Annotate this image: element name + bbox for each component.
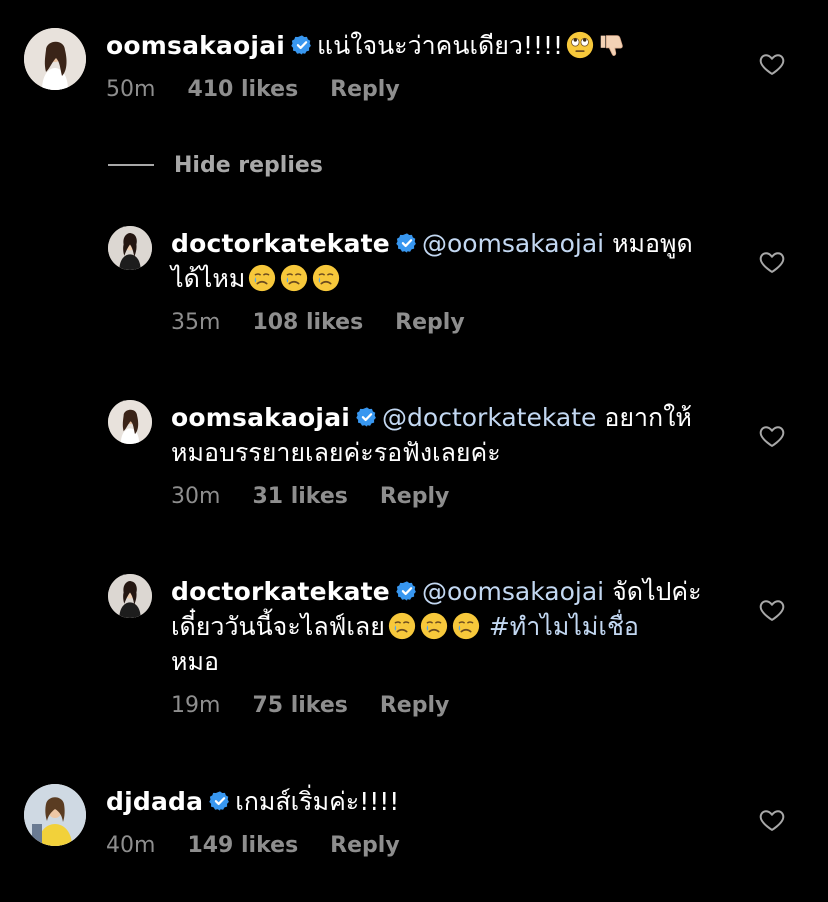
comment-text: แน่ใจนะว่าคนเดียว!!!! xyxy=(317,31,564,60)
comment-item: djdada เกมส์เริ่มค่ะ!!!! 40m 149 likes Repl… xyxy=(0,784,828,884)
hide-replies-button[interactable]: Hide replies xyxy=(108,150,323,180)
reply-item: doctorkatekate @oomsakaojai จัดไปค่ะ เดี๋… xyxy=(0,574,828,734)
reply-text-line: เดี๋ยววันนี้จะไลฟ์เลย #ทำไมไม่เชื่อ xyxy=(171,609,702,644)
verified-badge-icon xyxy=(396,580,418,602)
reply-text: ได้ไหม xyxy=(171,264,246,293)
avatar[interactable] xyxy=(24,784,86,846)
comment-item: oomsakaojai แน่ใจนะว่าคนเดียว!!!! 50m 410 … xyxy=(0,28,828,128)
reply-text-line: หมอบรรยายเลยค่ะรอฟังเลยค่ะ xyxy=(171,435,692,470)
hide-replies-label: Hide replies xyxy=(174,152,323,178)
mention-link[interactable]: @doctorkatekate xyxy=(382,403,596,432)
comment-username[interactable]: djdada xyxy=(106,787,203,816)
crying-emoji-icon xyxy=(419,611,449,641)
like-count[interactable]: 410 likes xyxy=(187,77,298,102)
comment-time: 40m xyxy=(106,833,156,858)
crying-emoji-icon xyxy=(387,611,417,641)
mention-link[interactable]: @oomsakaojai xyxy=(422,577,604,606)
verified-badge-icon xyxy=(209,790,231,812)
reply-button[interactable]: Reply xyxy=(330,77,400,102)
reply-body: doctorkatekate @oomsakaojai หมอพูด ได้ไหม… xyxy=(171,226,693,335)
verified-badge-icon xyxy=(396,232,418,254)
eye-roll-emoji-icon xyxy=(565,30,595,60)
reply-button[interactable]: Reply xyxy=(380,693,450,718)
reply-button[interactable]: Reply xyxy=(330,833,400,858)
reply-item: oomsakaojai @doctorkatekate อยากให้ หมอบร… xyxy=(0,400,828,520)
reply-meta: 35m 108 likes Reply xyxy=(171,310,693,335)
reply-text: อยากให้ xyxy=(604,403,692,432)
reply-text-line: ได้ไหม xyxy=(171,261,693,296)
reply-username[interactable]: doctorkatekate xyxy=(171,229,390,258)
reply-button[interactable]: Reply xyxy=(395,310,465,335)
divider-line xyxy=(108,164,154,166)
reply-time: 35m xyxy=(171,310,221,335)
reply-time: 30m xyxy=(171,484,221,509)
avatar[interactable] xyxy=(108,574,152,618)
reply-body: doctorkatekate @oomsakaojai จัดไปค่ะ เดี๋… xyxy=(171,574,702,718)
reply-username[interactable]: doctorkatekate xyxy=(171,577,390,606)
reply-meta: 30m 31 likes Reply xyxy=(171,484,692,509)
avatar[interactable] xyxy=(108,400,152,444)
like-count[interactable]: 75 likes xyxy=(252,693,347,718)
crying-emoji-icon xyxy=(311,263,341,293)
reply-text-line: หมอ xyxy=(171,644,702,679)
like-count[interactable]: 149 likes xyxy=(187,833,298,858)
reply-item: doctorkatekate @oomsakaojai หมอพูด ได้ไหม… xyxy=(0,226,828,346)
reply-body: oomsakaojai @doctorkatekate อยากให้ หมอบร… xyxy=(171,400,692,509)
reply-text: จัดไปค่ะ xyxy=(612,577,702,606)
comment-meta: 50m 410 likes Reply xyxy=(106,77,627,102)
reply-username[interactable]: oomsakaojai xyxy=(171,403,350,432)
like-count[interactable]: 108 likes xyxy=(252,310,363,335)
hashtag-link[interactable]: #ทำไมไม่เชื่อ xyxy=(489,612,639,641)
crying-emoji-icon xyxy=(247,263,277,293)
comment-text: เกมส์เริ่มค่ะ!!!! xyxy=(235,787,400,816)
heart-icon[interactable] xyxy=(758,248,786,276)
comment-text-line: oomsakaojai แน่ใจนะว่าคนเดียว!!!! xyxy=(106,28,627,63)
crying-emoji-icon xyxy=(451,611,481,641)
reply-text-line: doctorkatekate @oomsakaojai จัดไปค่ะ xyxy=(171,574,702,609)
heart-icon[interactable] xyxy=(758,596,786,624)
reply-text: เดี๋ยววันนี้จะไลฟ์เลย xyxy=(171,612,385,641)
reply-text-line: doctorkatekate @oomsakaojai หมอพูด xyxy=(171,226,693,261)
reply-meta: 19m 75 likes Reply xyxy=(171,693,702,718)
reply-text: หมอ xyxy=(171,647,219,676)
comment-body: oomsakaojai แน่ใจนะว่าคนเดียว!!!! 50m 410 … xyxy=(106,28,627,102)
like-count[interactable]: 31 likes xyxy=(252,484,347,509)
reply-time: 19m xyxy=(171,693,221,718)
reply-text: หมอพูด xyxy=(612,229,693,258)
heart-icon[interactable] xyxy=(758,422,786,450)
thumbs-down-emoji-icon xyxy=(597,30,627,60)
reply-button[interactable]: Reply xyxy=(380,484,450,509)
mention-link[interactable]: @oomsakaojai xyxy=(422,229,604,258)
avatar[interactable] xyxy=(24,28,86,90)
comment-meta: 40m 149 likes Reply xyxy=(106,833,432,858)
verified-badge-icon xyxy=(356,406,378,428)
crying-emoji-icon xyxy=(279,263,309,293)
verified-badge-icon xyxy=(291,34,313,56)
comment-time: 50m xyxy=(106,77,156,102)
comment-body: djdada เกมส์เริ่มค่ะ!!!! 40m 149 likes Repl… xyxy=(106,784,432,858)
reply-text-line: oomsakaojai @doctorkatekate อยากให้ xyxy=(171,400,692,435)
comment-text-line: djdada เกมส์เริ่มค่ะ!!!! xyxy=(106,784,432,819)
reply-text: หมอบรรยายเลยค่ะรอฟังเลยค่ะ xyxy=(171,438,501,467)
comment-username[interactable]: oomsakaojai xyxy=(106,31,285,60)
heart-icon[interactable] xyxy=(758,806,786,834)
avatar[interactable] xyxy=(108,226,152,270)
heart-icon[interactable] xyxy=(758,50,786,78)
